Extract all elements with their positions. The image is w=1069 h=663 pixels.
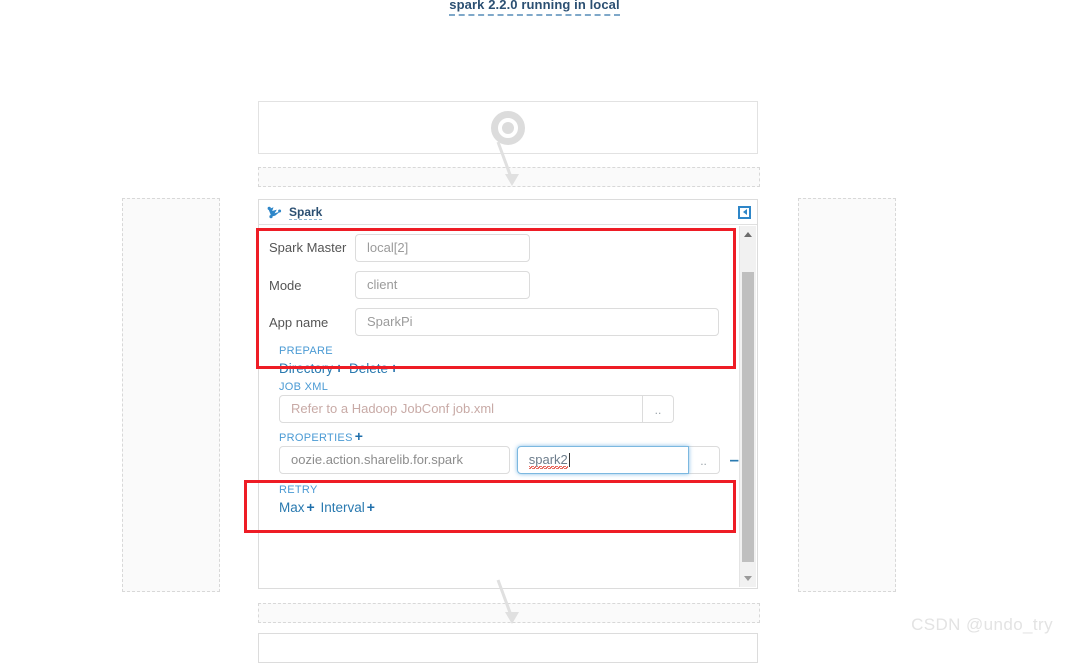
property-value-input[interactable]: spark2 xyxy=(516,446,689,474)
retry-max-link[interactable]: Max xyxy=(279,500,305,515)
spark-node-title: Spark xyxy=(289,204,323,220)
property-browse-button[interactable]: .. xyxy=(688,446,720,474)
properties-label-text: PROPERTIES xyxy=(279,432,353,444)
node-scrollbar[interactable] xyxy=(739,226,756,587)
retry-interval-link[interactable]: Interval xyxy=(320,500,364,515)
next-node-peek[interactable] xyxy=(258,633,758,663)
property-name-input[interactable]: oozie.action.sharelib.for.spark xyxy=(279,446,510,474)
scrollbar-thumb[interactable] xyxy=(742,272,754,562)
prepare-section-label: PREPARE xyxy=(279,345,333,357)
retry-max-add-icon[interactable]: + xyxy=(305,499,317,515)
app-name-input[interactable]: SparkPi xyxy=(355,308,719,336)
retry-links: Max + Interval + xyxy=(279,498,739,517)
spark-node-header: Spark xyxy=(259,200,757,225)
scrollbar-up-arrow-icon[interactable] xyxy=(740,226,756,243)
dropzone-left[interactable] xyxy=(122,198,220,592)
retry-interval-add-icon[interactable]: + xyxy=(365,499,377,515)
workflow-canvas: spark 2.2.0 running in local Spark Spark… xyxy=(0,0,1069,663)
collapse-left-arrow-icon[interactable] xyxy=(738,205,751,219)
prepare-delete-link[interactable]: Delete xyxy=(349,361,388,376)
properties-add-icon[interactable]: + xyxy=(353,428,365,444)
property-remove-button[interactable]: – xyxy=(730,451,739,468)
job-xml-input[interactable]: Refer to a Hadoop JobConf job.xml xyxy=(279,395,643,423)
dropzone-right[interactable] xyxy=(798,198,896,592)
retry-section-label: RETRY xyxy=(279,484,318,496)
page-title: spark 2.2.0 running in local xyxy=(0,0,1069,16)
properties-section-label: PROPERTIES + xyxy=(279,428,739,444)
connector-arrow-top xyxy=(492,140,528,188)
form-row-appname: App name SparkPi xyxy=(269,308,739,336)
page-title-text: spark 2.2.0 running in local xyxy=(449,0,620,16)
job-xml-browse-button[interactable]: .. xyxy=(643,395,674,423)
job-xml-section-label: JOB XML xyxy=(279,381,329,393)
spark-node-body: Spark Master local[2] Mode client App na… xyxy=(259,226,739,588)
watermark: CSDN @undo_try xyxy=(911,615,1053,634)
property-row: oozie.action.sharelib.for.spark spark2 .… xyxy=(279,446,739,474)
mode-label: Mode xyxy=(269,277,302,293)
text-caret xyxy=(568,453,570,467)
spark-star-icon xyxy=(267,206,282,219)
spark-action-node[interactable]: Spark Spark Master local[2] Mode client … xyxy=(258,199,758,589)
form-row-mode: Mode client xyxy=(269,271,739,299)
job-xml-row: Refer to a Hadoop JobConf job.xml .. xyxy=(279,395,739,423)
property-value-text: spark2 xyxy=(528,452,568,471)
prepare-links: Directory + Delete + xyxy=(279,359,739,378)
spark-master-label: Spark Master xyxy=(269,239,347,255)
app-name-label: App name xyxy=(269,314,329,330)
prepare-directory-link[interactable]: Directory xyxy=(279,361,333,376)
connector-arrow-bottom xyxy=(492,578,528,626)
prepare-delete-add-icon[interactable]: + xyxy=(388,360,400,376)
spark-master-input[interactable]: local[2] xyxy=(355,234,530,262)
prepare-directory-add-icon[interactable]: + xyxy=(333,360,345,376)
form-row-master: Spark Master local[2] xyxy=(269,234,739,262)
scrollbar-down-arrow-icon[interactable] xyxy=(740,570,756,587)
mode-input[interactable]: client xyxy=(355,271,530,299)
